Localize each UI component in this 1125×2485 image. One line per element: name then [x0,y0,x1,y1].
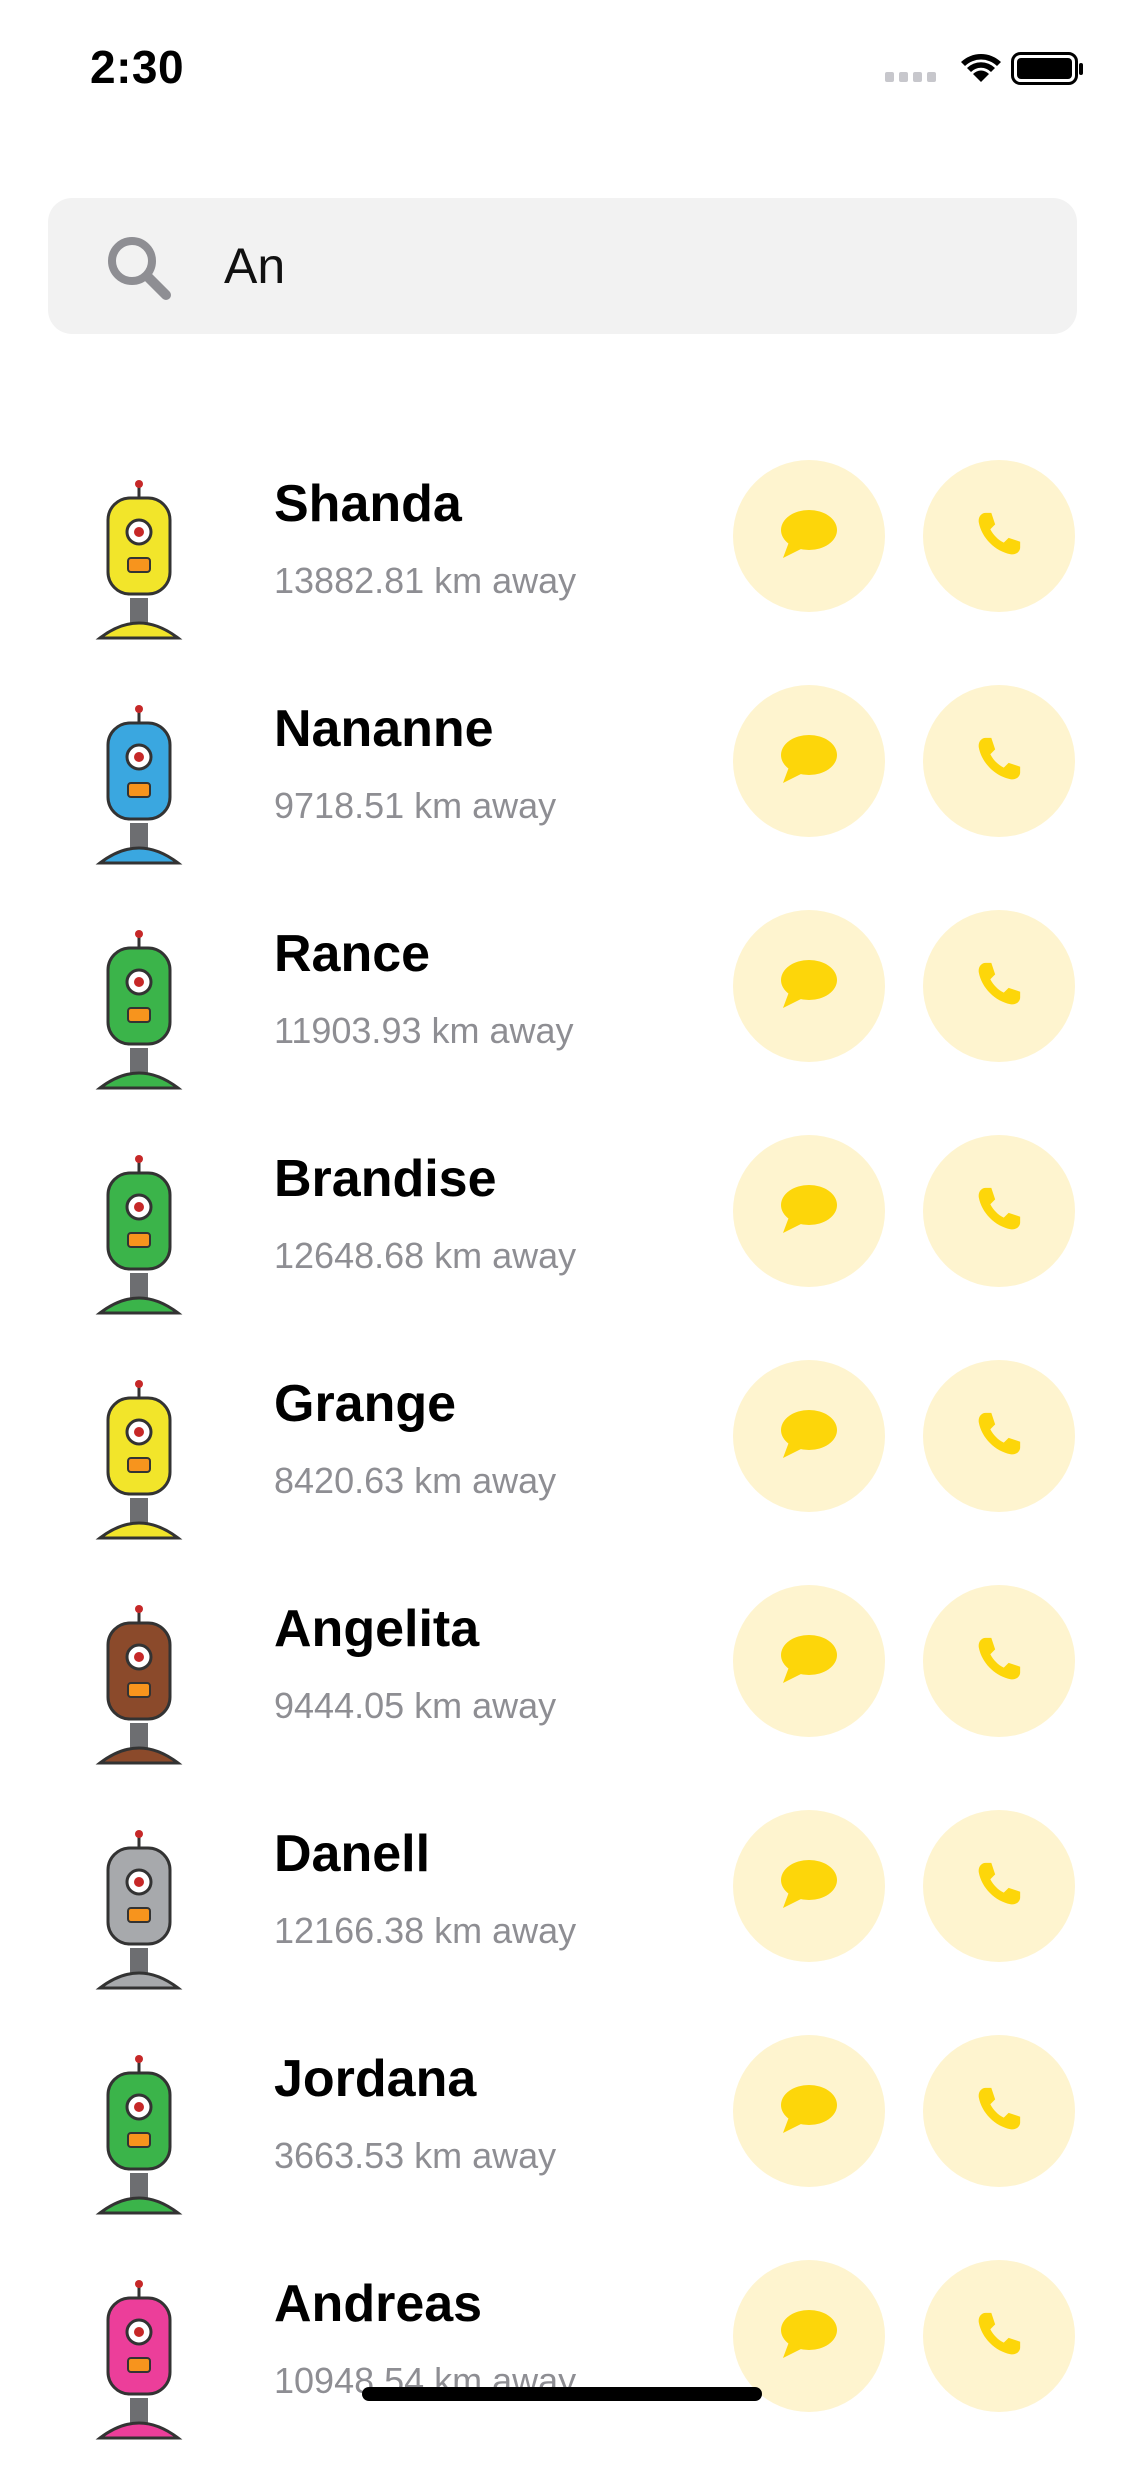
call-button[interactable] [923,2035,1075,2187]
contact-row[interactable]: Nananne 9718.51 km away [0,685,1125,910]
status-bar: 2:30 [0,0,1125,132]
contact-distance: 9718.51 km away [274,785,557,826]
message-button[interactable] [733,1585,885,1737]
contact-row[interactable]: Brandise 12648.68 km away [0,1135,1125,1360]
contact-row[interactable]: Grange 8420.63 km away [0,1360,1125,1585]
chat-bubble-icon [779,1408,839,1465]
message-button[interactable] [733,1135,885,1287]
contact-name: Jordana [274,2050,477,2108]
contact-name: Andreas [274,2275,483,2333]
phone-icon [974,1184,1024,1239]
message-button[interactable] [733,460,885,612]
gray-robot-icon [72,1830,207,1990]
contact-name: Shanda [274,475,462,533]
contact-row[interactable]: Rance 11903.93 km away [0,910,1125,1135]
phone-icon [974,509,1024,564]
phone-icon [974,1634,1024,1689]
contact-name: Nananne [274,700,494,758]
message-button[interactable] [733,1810,885,1962]
contact-name: Brandise [274,1150,497,1208]
message-button[interactable] [733,910,885,1062]
yellow-robot-icon [72,480,207,640]
contact-row[interactable]: Shanda 13882.81 km away [0,460,1125,685]
contact-distance: 3663.53 km away [274,2135,557,2176]
status-time: 2:30 [90,41,185,93]
chat-bubble-icon [779,508,839,565]
blue-robot-icon [72,705,207,865]
brown-robot-icon [72,1605,207,1765]
contact-row[interactable]: Jordana 3663.53 km away [0,2035,1125,2260]
contact-list: Shanda 13882.81 km away Nananne 9718.51 km … [0,460,1125,2485]
wifi-icon [961,54,1001,82]
green-robot-icon [72,2055,207,2215]
chat-bubble-icon [779,733,839,790]
call-button[interactable] [923,910,1075,1062]
call-button[interactable] [923,1810,1075,1962]
status-icons [885,48,1085,88]
chat-bubble-icon [779,958,839,1015]
cellular-signal-icon [885,72,936,82]
chat-bubble-icon [779,2083,839,2140]
phone-icon [974,2084,1024,2139]
contact-distance: 11903.93 km away [274,1010,574,1051]
green-robot-icon [72,1155,207,1315]
message-button[interactable] [733,1360,885,1512]
contact-name: Grange [274,1375,457,1433]
search-bar[interactable] [48,198,1077,334]
chat-bubble-icon [779,1183,839,1240]
contact-row[interactable]: Angelita 9444.05 km away [0,1585,1125,1810]
pink-robot-icon [72,2280,207,2440]
chat-bubble-icon [779,1858,839,1915]
yellow-robot-icon [72,1380,207,1540]
contact-name: Angelita [274,1600,480,1658]
phone-icon [974,1859,1024,1914]
search-icon [108,237,171,300]
search-input[interactable] [224,224,1024,308]
contact-distance: 12166.38 km away [274,1910,577,1951]
contact-name: Rance [274,925,431,983]
battery-icon [1011,52,1083,85]
green-robot-icon [72,930,207,1090]
phone-icon [974,2309,1024,2364]
contact-distance: 9444.05 km away [274,1685,557,1726]
call-button[interactable] [923,1585,1075,1737]
contact-distance: 8420.63 km away [274,1460,557,1501]
phone-icon [974,1409,1024,1464]
phone-icon [974,734,1024,789]
phone-icon [974,959,1024,1014]
call-button[interactable] [923,1135,1075,1287]
contact-row[interactable]: Andreas 10948.54 km away [0,2260,1125,2485]
message-button[interactable] [733,685,885,837]
chat-bubble-icon [779,2308,839,2365]
contact-name: Danell [274,1825,431,1883]
contact-distance: 12648.68 km away [274,1235,577,1276]
call-button[interactable] [923,1360,1075,1512]
message-button[interactable] [733,2035,885,2187]
call-button[interactable] [923,2260,1075,2412]
chat-bubble-icon [779,1633,839,1690]
contact-distance: 13882.81 km away [274,560,577,601]
call-button[interactable] [923,460,1075,612]
home-indicator [362,2387,762,2401]
contact-row[interactable]: Danell 12166.38 km away [0,1810,1125,2035]
call-button[interactable] [923,685,1075,837]
